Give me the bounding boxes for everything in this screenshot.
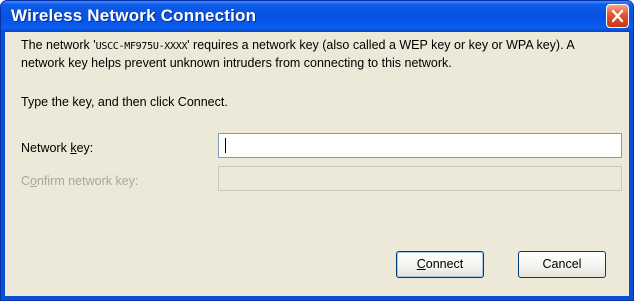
network-key-label-start: Network	[21, 141, 71, 155]
confirm-key-label-end: nfirm network key:	[36, 174, 139, 188]
network-key-input[interactable]	[218, 133, 622, 158]
window-title: Wireless Network Connection	[11, 6, 257, 25]
dialog-window: Wireless Network Connection The network …	[0, 0, 634, 301]
connect-label: onnect	[425, 257, 464, 271]
dialog-body: The network 'USCC-MF975U-XXXX' requires …	[5, 32, 629, 296]
instruction-text: Type the key, and then click Connect.	[21, 95, 228, 109]
close-button[interactable]	[606, 4, 629, 28]
confirm-key-label-access-key: o	[30, 174, 37, 188]
message-prefix: The network '	[21, 38, 96, 52]
network-name: USCC-MF975U-XXXX	[95, 41, 188, 52]
confirm-key-label: Confirm network key:	[21, 173, 138, 189]
cancel-button[interactable]: Cancel	[518, 251, 606, 278]
confirm-key-label-start: C	[21, 174, 31, 188]
confirm-key-input	[218, 166, 622, 191]
network-key-message: The network 'USCC-MF975U-XXXX' requires …	[21, 37, 621, 71]
close-icon	[611, 9, 624, 23]
title-bar[interactable]: Wireless Network Connection	[1, 1, 633, 32]
connect-access-key: C	[416, 257, 426, 271]
text-caret	[225, 138, 226, 153]
network-key-label: Network key:	[21, 140, 93, 156]
network-key-label-end: ey:	[76, 141, 94, 155]
connect-button[interactable]: Connect	[396, 251, 484, 278]
